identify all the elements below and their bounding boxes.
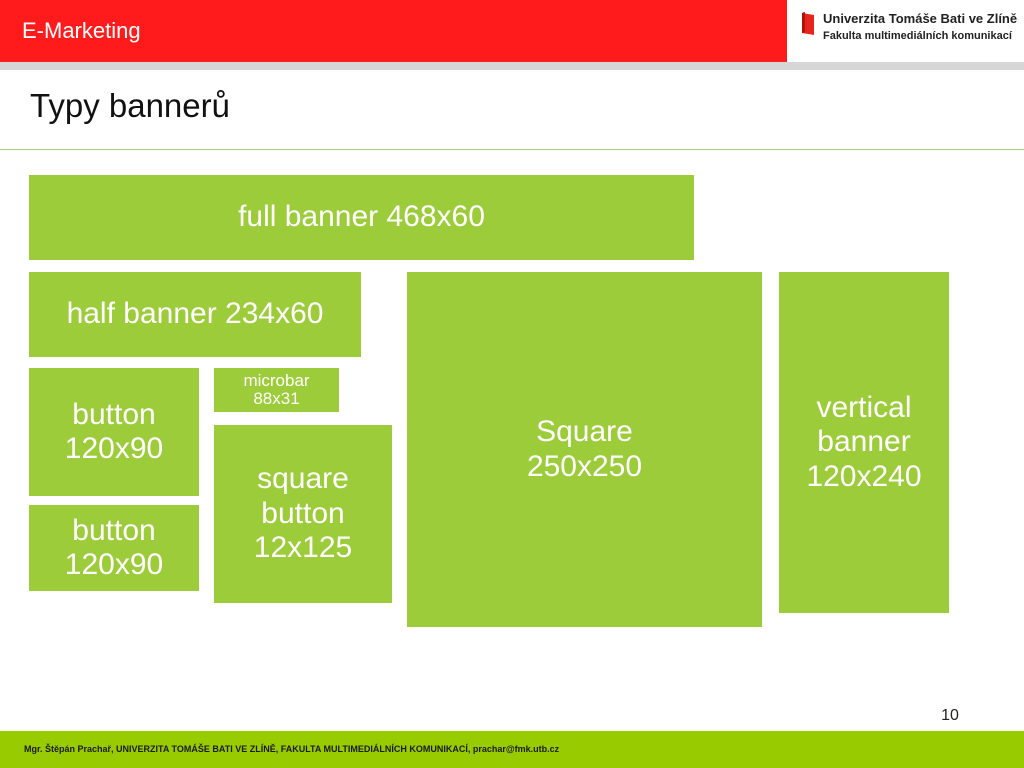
half-banner-box: half banner 234x60: [29, 272, 361, 357]
vertical-banner-box: vertical banner 120x240: [779, 272, 949, 613]
slide-title: Typy bannerů: [30, 87, 230, 124]
university-logo: Univerzita Tomáše Bati ve Zlíně Fakulta …: [787, 0, 1024, 62]
header-divider: [0, 62, 1024, 70]
course-title: E-Marketing: [22, 18, 141, 43]
square-button-box: square button 12x125: [214, 425, 392, 603]
button-box-1: button 120x90: [29, 368, 199, 496]
book-logo-icon: [802, 12, 814, 35]
university-name: Univerzita Tomáše Bati ve Zlíně: [823, 11, 1018, 26]
square-box: Square 250x250: [407, 272, 762, 627]
header-bar: E-Marketing: [0, 0, 787, 62]
title-rule: [0, 149, 1024, 150]
microbar-box: microbar 88x31: [214, 368, 339, 412]
full-banner-box: full banner 468x60: [29, 175, 694, 260]
page-number: 10: [941, 707, 959, 724]
faculty-name: Fakulta multimediálních komunikací: [823, 30, 1012, 42]
footer-bar: Mgr. Štěpán Prachař, UNIVERZITA TOMÁŠE B…: [0, 731, 1024, 768]
footer-credits: Mgr. Štěpán Prachař, UNIVERZITA TOMÁŠE B…: [24, 744, 560, 754]
button-box-2: button 120x90: [29, 505, 199, 591]
